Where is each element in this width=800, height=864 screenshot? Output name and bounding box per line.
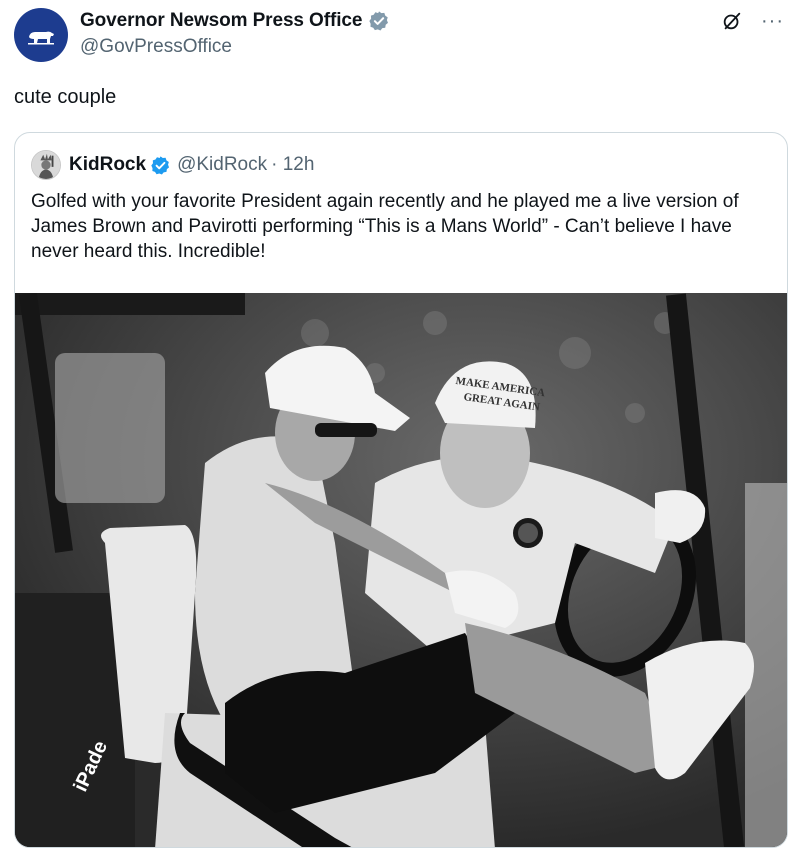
author-avatar[interactable] [14,8,68,62]
author-handle[interactable]: @GovPressOffice [80,36,390,58]
more-options-icon[interactable]: ··· [761,11,784,31]
quoted-handle[interactable]: @KidRock [177,154,267,176]
tweet-text: cute couple [14,86,117,108]
statue-of-liberty-avatar-icon [32,151,60,179]
quoted-photo[interactable]: MAKE AMERICA GREAT AGAIN iPade [15,293,787,847]
author-header: Governor Newsom Press Office @GovPressOf… [80,8,390,58]
quoted-header: KidRock @KidRock · 12h [31,149,314,181]
tweet-actions: ··· [721,10,784,32]
quoted-text: Golfed with your favorite President agai… [31,191,739,262]
quoted-avatar[interactable] [31,150,61,180]
quoted-timestamp[interactable]: · 12h [271,154,314,176]
golf-cart-photo-illustration: MAKE AMERICA GREAT AGAIN iPade [15,293,787,847]
quoted-display-name[interactable]: KidRock [69,154,146,176]
california-bear-icon [28,31,54,45]
grok-icon[interactable] [721,10,743,32]
tweet[interactable]: Governor Newsom Press Office @GovPressOf… [0,0,800,864]
author-display-name[interactable]: Governor Newsom Press Office [80,10,362,32]
quoted-tweet[interactable]: KidRock @KidRock · 12h Golfed with your … [14,132,788,848]
blue-verified-icon[interactable] [150,155,171,176]
gray-verified-icon[interactable] [368,10,390,32]
